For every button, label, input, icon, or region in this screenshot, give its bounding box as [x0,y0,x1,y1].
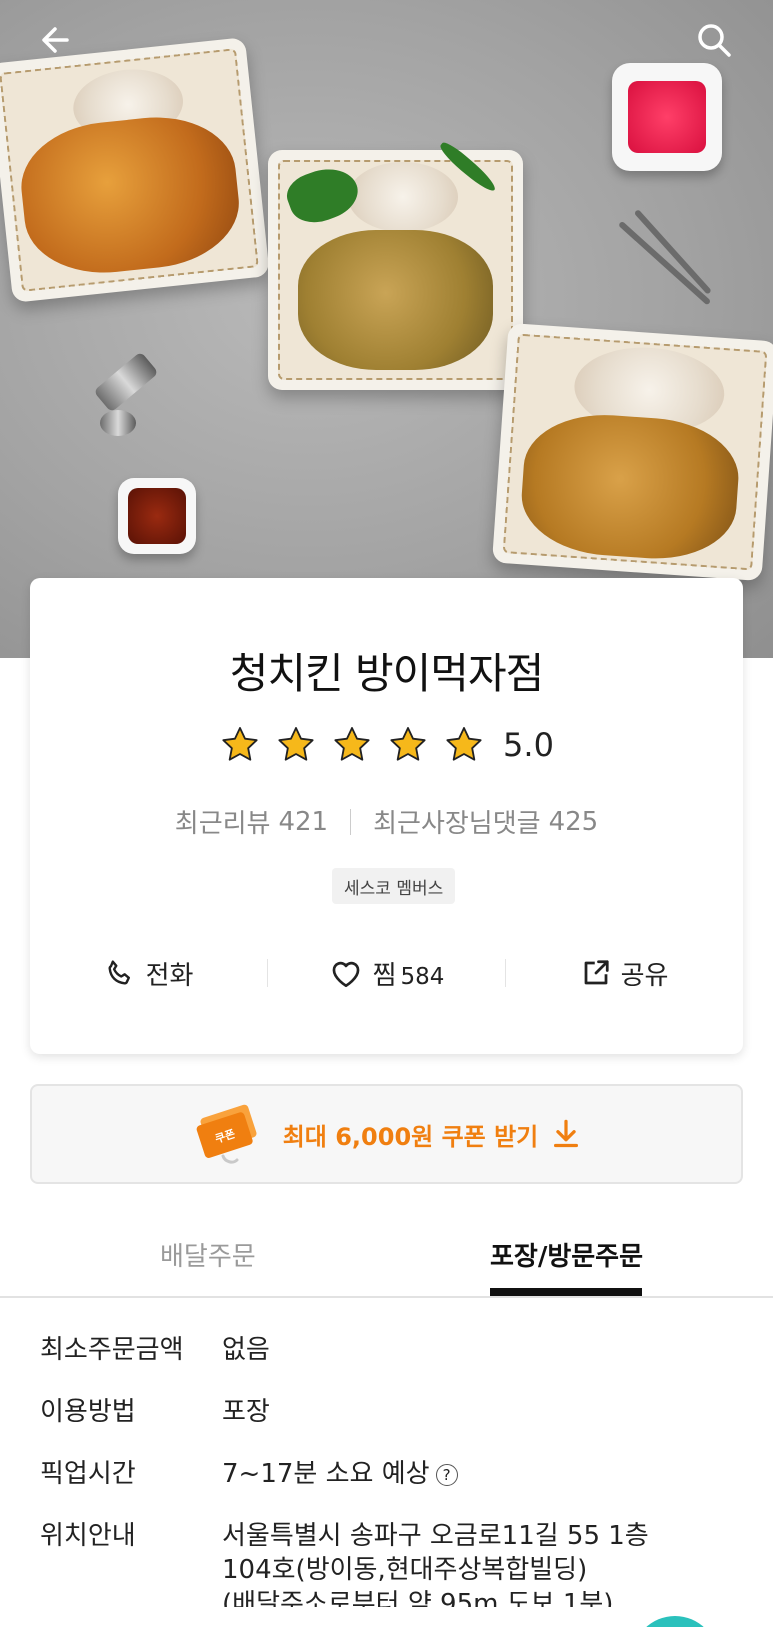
pickup-time-value: 7~17분 소요 예상 [222,1459,430,1489]
pickled-radish-dish [612,63,722,171]
owner-comments-count: 425 [548,806,599,837]
tab-delivery[interactable]: 배달주문 [160,1236,256,1273]
location-value: 서울특별시 송파구 오금로11길 55 1층 104호(방이동,현대주상복합빌딩… [222,1519,740,1607]
salt-shaker [93,351,159,413]
info-row-location: 위치안내 서울특별시 송파구 오금로11길 55 1층 104호(방이동,현대주… [40,1519,740,1607]
search-button[interactable] [690,16,738,64]
info-row-pickup-time: 픽업시간 7~17분 소요 예상? [40,1457,740,1491]
store-info-card: 청치킨 방이먹자점 5.0 최근리뷰 421 최근사장님댓글 425 세스코 멤… [30,578,743,1054]
min-order-value: 없음 [222,1335,270,1365]
method-value: 포장 [222,1397,270,1427]
phone-icon [108,960,130,985]
back-button[interactable] [32,16,80,64]
chicken-plate-center [268,139,523,390]
cesco-member-badge: 세스코 멤버스 [332,868,456,904]
pickup-time-label: 픽업시간 [40,1459,136,1489]
order-type-tabs: 배달주문 포장/방문주문 [0,1222,773,1298]
share-icon [584,960,609,985]
location-line-3: (배달주소로부터 약 95m 도보 1분) [222,1589,614,1607]
location-label: 위치안내 [40,1521,136,1551]
star-icon [390,727,426,761]
divider [350,808,352,835]
store-hero-photo [0,0,773,658]
help-question-icon[interactable]: ? [435,1463,458,1486]
coupon-icon: 쿠폰 [196,1104,257,1164]
star-icon [222,727,258,761]
method-label: 이용방법 [40,1397,136,1427]
location-line-2: 104호(방이동,현대주상복합빌딩) [222,1555,588,1585]
location-line-1: 서울특별시 송파구 오금로11길 55 1층 [222,1521,649,1551]
tongs-arm [633,208,712,295]
tab-pickup[interactable]: 포장/방문주문 [490,1236,643,1273]
call-button[interactable]: 전화 [30,948,267,998]
info-row-min-order: 최소주문금액 없음 [40,1333,740,1367]
star-icon [334,727,370,761]
recent-reviews-count: 421 [278,806,329,837]
pickup-info-list: 최소주문금액 없음 이용방법 포장 픽업시간 7~17분 소요 예상? 위치안내… [40,1333,740,1627]
like-label: 찜 584 [372,960,445,991]
chicken-plate-left [0,37,270,303]
pepper-shaker [100,410,136,436]
rating-value: 5.0 [503,726,554,764]
share-label: 공유 [620,960,669,991]
active-tab-indicator [490,1288,642,1296]
download-arrow-icon [554,1119,579,1148]
like-button[interactable]: 찜 584 [268,948,505,998]
owner-comments-label: 최근사장님댓글 [373,809,541,839]
tongs [617,220,712,306]
share-button[interactable]: 공유 [506,948,743,998]
arrow-left-icon [42,27,69,53]
recent-reviews-label: 최근리뷰 [174,809,271,839]
pickup-time-value-wrap: 7~17분 소요 예상? [222,1457,740,1491]
info-row-method: 이용방법 포장 [40,1395,740,1429]
sauce-dish [118,478,196,554]
coupon-download-banner[interactable]: 쿠폰 최대 6,000원 쿠폰 받기 [30,1084,743,1184]
search-icon [698,24,731,57]
star-icon [278,727,314,761]
heart-icon [332,961,359,988]
star-icon [446,727,482,761]
store-name: 청치킨 방이먹자점 [229,649,544,698]
call-label: 전화 [145,960,194,991]
min-order-label: 최소주문금액 [40,1335,184,1365]
store-actions: 전화 찜 584 공유 [30,948,743,998]
chicken-plate-right [491,322,773,582]
review-stats[interactable]: 최근리뷰 421 최근사장님댓글 425 [30,803,743,840]
coupon-label: 최대 6,000원 쿠폰 받기 [282,1122,539,1151]
rating-row[interactable]: 5.0 [30,725,743,765]
like-count: 584 [400,963,445,990]
